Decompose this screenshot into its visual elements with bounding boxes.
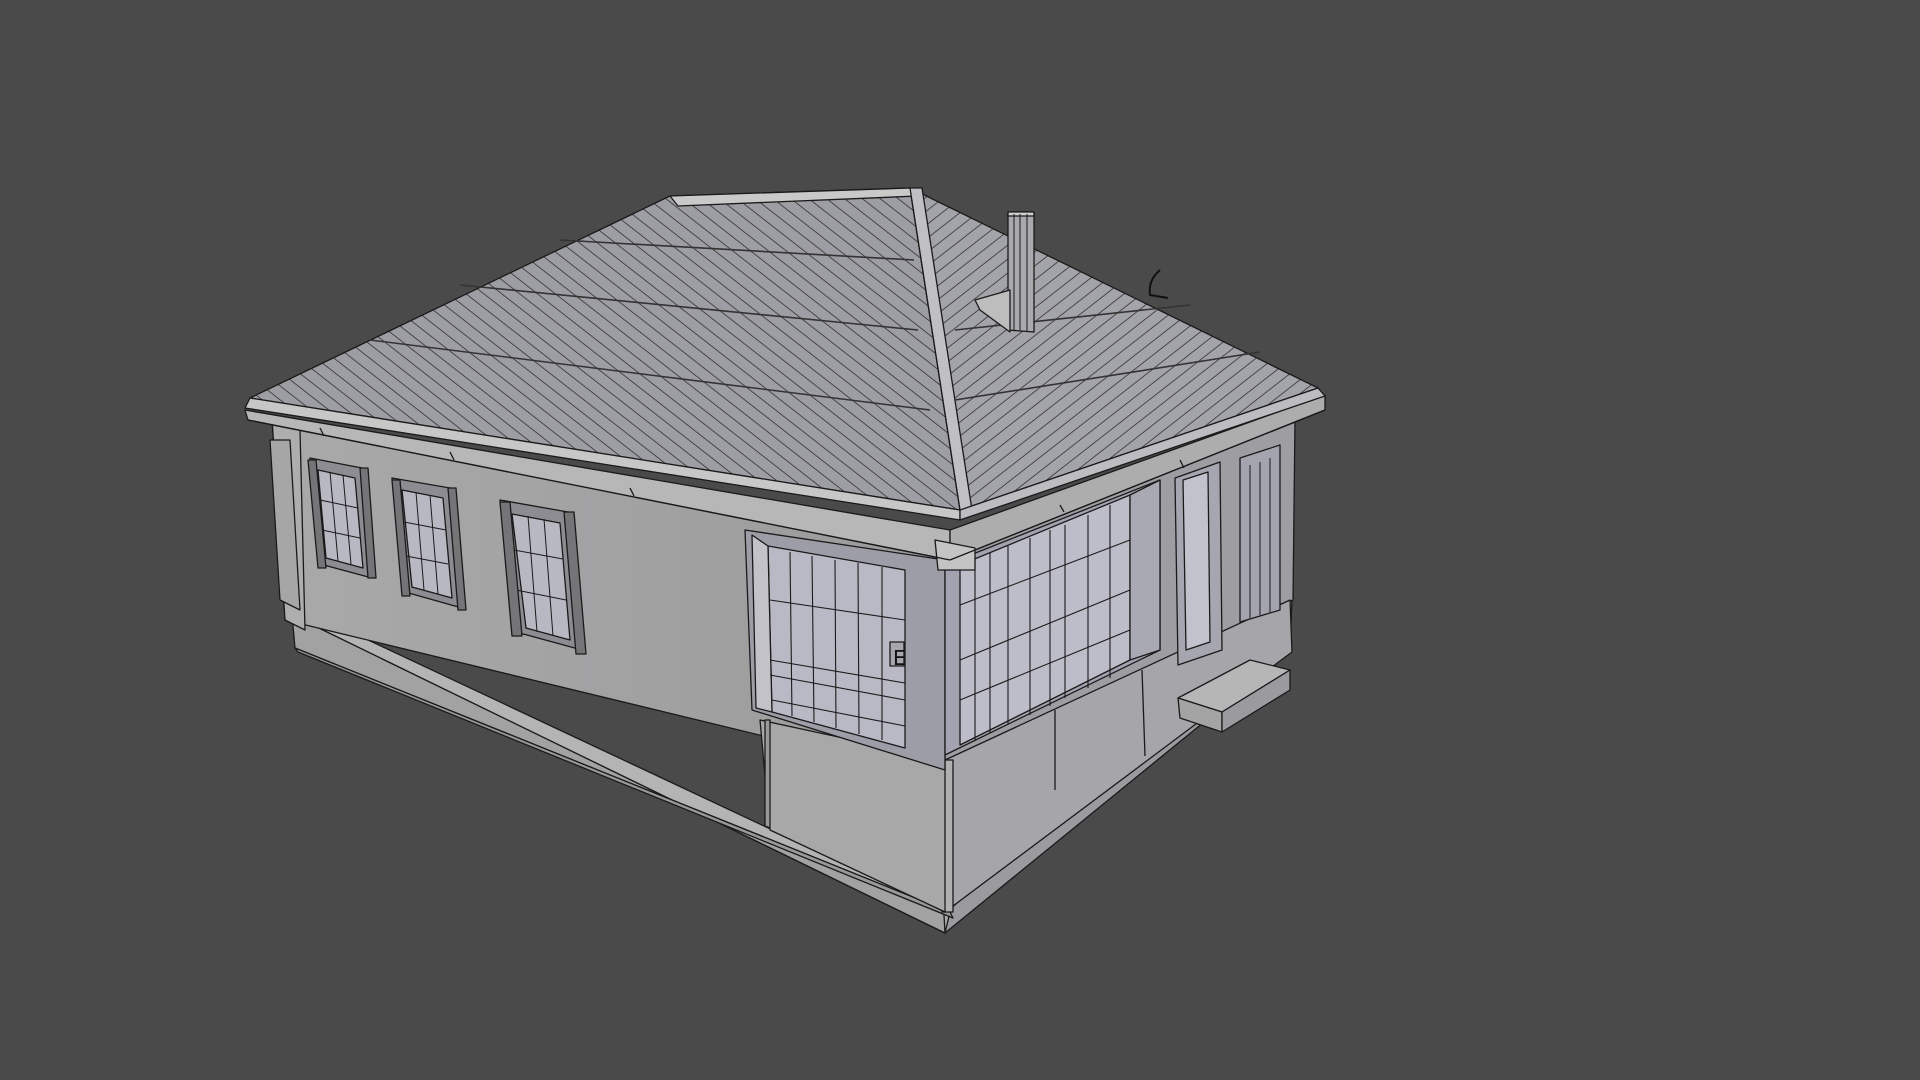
3d-viewport[interactable]: E xyxy=(0,0,1920,1080)
wall-window-2 xyxy=(391,477,467,611)
wall-window-1 xyxy=(307,457,377,579)
viewport-canvas[interactable]: E xyxy=(0,0,1920,1080)
svg-text:E: E xyxy=(893,646,906,670)
house-model[interactable]: E xyxy=(244,187,1326,934)
wall-window-3 xyxy=(499,499,587,655)
